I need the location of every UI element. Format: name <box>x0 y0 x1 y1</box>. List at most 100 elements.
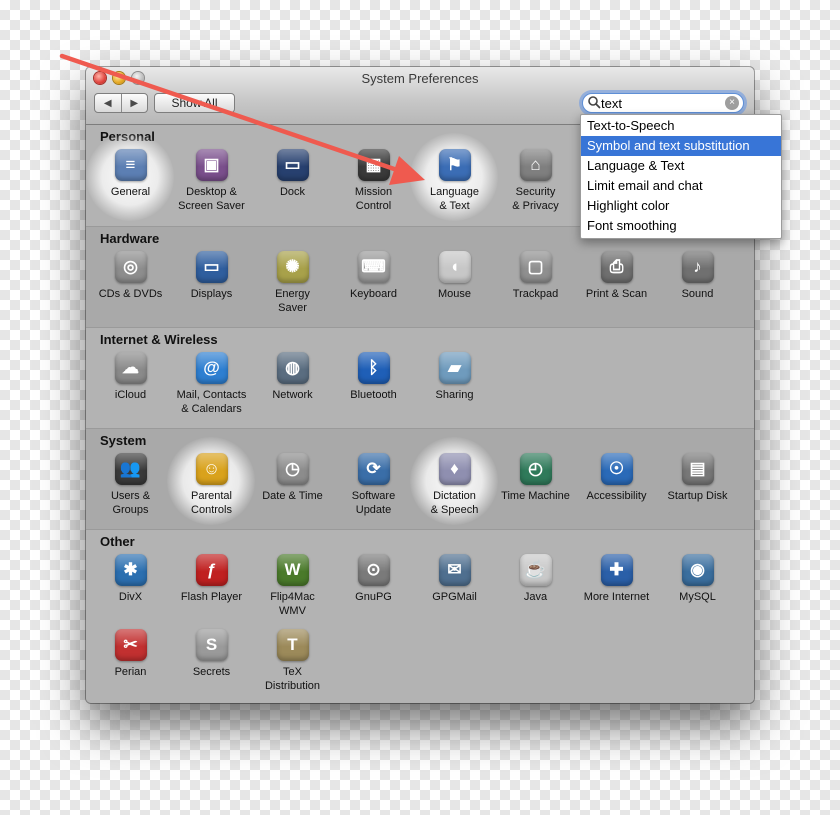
pane-clock[interactable]: ◷ Date & Time <box>252 453 333 523</box>
pane-speaker[interactable]: ♪ Sound <box>657 251 738 321</box>
pane-label: Print & Scan <box>585 288 648 300</box>
back-button[interactable]: ◀ <box>95 94 122 112</box>
pane-divx[interactable]: ✱ DivX <box>90 554 171 624</box>
pane-flash[interactable]: ƒ Flash Player <box>171 554 252 624</box>
pane-flag[interactable]: ⚑ Language & Text <box>414 149 495 219</box>
search-result-item[interactable]: Highlight color <box>581 196 781 216</box>
pane-wmv[interactable]: W Flip4Mac WMV <box>252 554 333 624</box>
pane-disc[interactable]: ◎ CDs & DVDs <box>90 251 171 321</box>
hard-disk-icon: ▤ <box>681 453 714 485</box>
pane-gpgmail[interactable]: ✉ GPGMail <box>414 554 495 624</box>
more-internet-icon: ✚ <box>600 554 633 586</box>
pane-printer[interactable]: ⎙ Print & Scan <box>576 251 657 321</box>
pane-label: CDs & DVDs <box>98 288 163 300</box>
pane-secrets[interactable]: S Secrets <box>171 629 252 699</box>
pane-mission-control[interactable]: ▦ Mission Control <box>333 149 414 219</box>
search-field[interactable]: × <box>582 93 744 113</box>
search-icon <box>588 96 601 109</box>
pane-label: Sharing <box>435 389 474 401</box>
pane-mouse[interactable]: ◖ Mouse <box>414 251 495 321</box>
pane-label: Startup Disk <box>667 490 728 502</box>
java-icon: ☕ <box>519 554 552 586</box>
pane-accessibility[interactable]: ☉ Accessibility <box>576 453 657 523</box>
pane-label: Flash Player <box>180 591 243 603</box>
search-input[interactable] <box>601 95 719 111</box>
pane-label: Dictation & Speech <box>430 490 479 516</box>
pane-label: Mission Control <box>354 186 393 212</box>
pane-trackpad[interactable]: ▢ Trackpad <box>495 251 576 321</box>
pane-label: GnuPG <box>355 591 392 603</box>
software-update-icon: ⟳ <box>357 453 390 485</box>
pane-tex[interactable]: T TeX Distribution <box>252 629 333 699</box>
pane-label: TeX Distribution <box>264 666 321 692</box>
pane-label: Flip4Mac WMV <box>270 591 315 617</box>
pane-label: Sound <box>681 288 714 300</box>
pane-label: Keyboard <box>349 288 398 300</box>
search-results-menu: Text-to-Speech Symbol and text substituti… <box>580 114 782 239</box>
pane-at-sign[interactable]: @ Mail, Contacts & Calendars <box>171 352 252 422</box>
pane-swiss-knife[interactable]: ✂ Perian <box>90 629 171 699</box>
pane-software-update[interactable]: ⟳ Software Update <box>333 453 414 523</box>
back-arrow-icon: ◀ <box>103 97 112 109</box>
pane-globe[interactable]: ◍ Network <box>252 352 333 422</box>
swiss-knife-icon: ✂ <box>114 629 147 661</box>
search-result-item[interactable]: Text-to-Speech <box>581 116 781 136</box>
pane-desktop[interactable]: ▣ Desktop & Screen Saver <box>171 149 252 219</box>
wmv-icon: W <box>276 554 309 586</box>
pane-more-internet[interactable]: ✚ More Internet <box>576 554 657 624</box>
pane-label: Network <box>272 389 313 401</box>
pane-java[interactable]: ☕ Java <box>495 554 576 624</box>
pane-label: Desktop & Screen Saver <box>178 186 245 212</box>
pane-bluetooth[interactable]: ᛒ Bluetooth <box>333 352 414 422</box>
lock-icon: ⊙ <box>357 554 390 586</box>
pane-label: General <box>110 186 151 198</box>
pane-house[interactable]: ⌂ Security & Privacy <box>495 149 576 219</box>
display-icon: ▭ <box>195 251 228 283</box>
pane-label: More Internet <box>583 591 650 603</box>
history-navigation: ◀ ▶ <box>94 93 148 113</box>
general-icon: ≡ <box>114 149 147 181</box>
section-title: Internet & Wireless <box>100 332 218 347</box>
pane-label: Time Machine <box>501 490 570 502</box>
pane-label: Java <box>523 591 548 603</box>
search-result-item[interactable]: Font smoothing <box>581 216 781 236</box>
pane-label: DivX <box>118 591 143 603</box>
pane-label: MySQL <box>679 591 716 603</box>
bluetooth-icon: ᛒ <box>357 352 390 384</box>
pane-microphone[interactable]: ♦ Dictation & Speech <box>414 453 495 523</box>
section-internet-wireless: Internet & Wireless ☁ iCloud @ Mail, Contact… <box>86 327 754 429</box>
house-icon: ⌂ <box>519 149 552 181</box>
keyboard-icon: ⌨ <box>357 251 390 283</box>
pane-label: Displays <box>190 288 233 300</box>
flag-icon: ⚑ <box>438 149 471 181</box>
pane-label: Secrets <box>192 666 231 678</box>
forward-button[interactable]: ▶ <box>122 94 148 112</box>
pane-lock[interactable]: ⊙ GnuPG <box>333 554 414 624</box>
pane-time-machine[interactable]: ◴ Time Machine <box>495 453 576 523</box>
pane-general[interactable]: ≡ General <box>90 149 171 219</box>
mission-control-icon: ▦ <box>357 149 390 181</box>
pane-keyboard[interactable]: ⌨ Keyboard <box>333 251 414 321</box>
search-result-item[interactable]: Symbol and text substitution <box>581 136 781 156</box>
pane-dock[interactable]: ▭ Dock <box>252 149 333 219</box>
pane-hard-disk[interactable]: ▤ Startup Disk <box>657 453 738 523</box>
pane-display[interactable]: ▭ Displays <box>171 251 252 321</box>
search-result-item[interactable]: Language & Text <box>581 156 781 176</box>
pane-lightbulb[interactable]: ✺ Energy Saver <box>252 251 333 321</box>
pane-sharing-folder[interactable]: ▰ Sharing <box>414 352 495 422</box>
pane-label: Security & Privacy <box>512 186 559 212</box>
pane-label: Mouse <box>437 288 472 300</box>
trackpad-icon: ▢ <box>519 251 552 283</box>
pane-label: GPGMail <box>432 591 477 603</box>
mouse-icon: ◖ <box>438 251 471 283</box>
pane-users[interactable]: 👥 Users & Groups <box>90 453 171 523</box>
clear-search-icon[interactable]: × <box>725 96 739 110</box>
pane-label: Bluetooth <box>350 389 397 401</box>
section-other: Other ✱ DivX ƒ Flash Player W Flip4Mac WMV ⊙ Gnu… <box>86 529 754 703</box>
pane-parental-controls[interactable]: ☺ Parental Controls <box>171 453 252 523</box>
pane-cloud[interactable]: ☁ iCloud <box>90 352 171 422</box>
search-result-item[interactable]: Limit email and chat <box>581 176 781 196</box>
clock-icon: ◷ <box>276 453 309 485</box>
pane-mysql[interactable]: ◉ MySQL <box>657 554 738 624</box>
show-all-button[interactable]: Show All <box>154 93 235 113</box>
